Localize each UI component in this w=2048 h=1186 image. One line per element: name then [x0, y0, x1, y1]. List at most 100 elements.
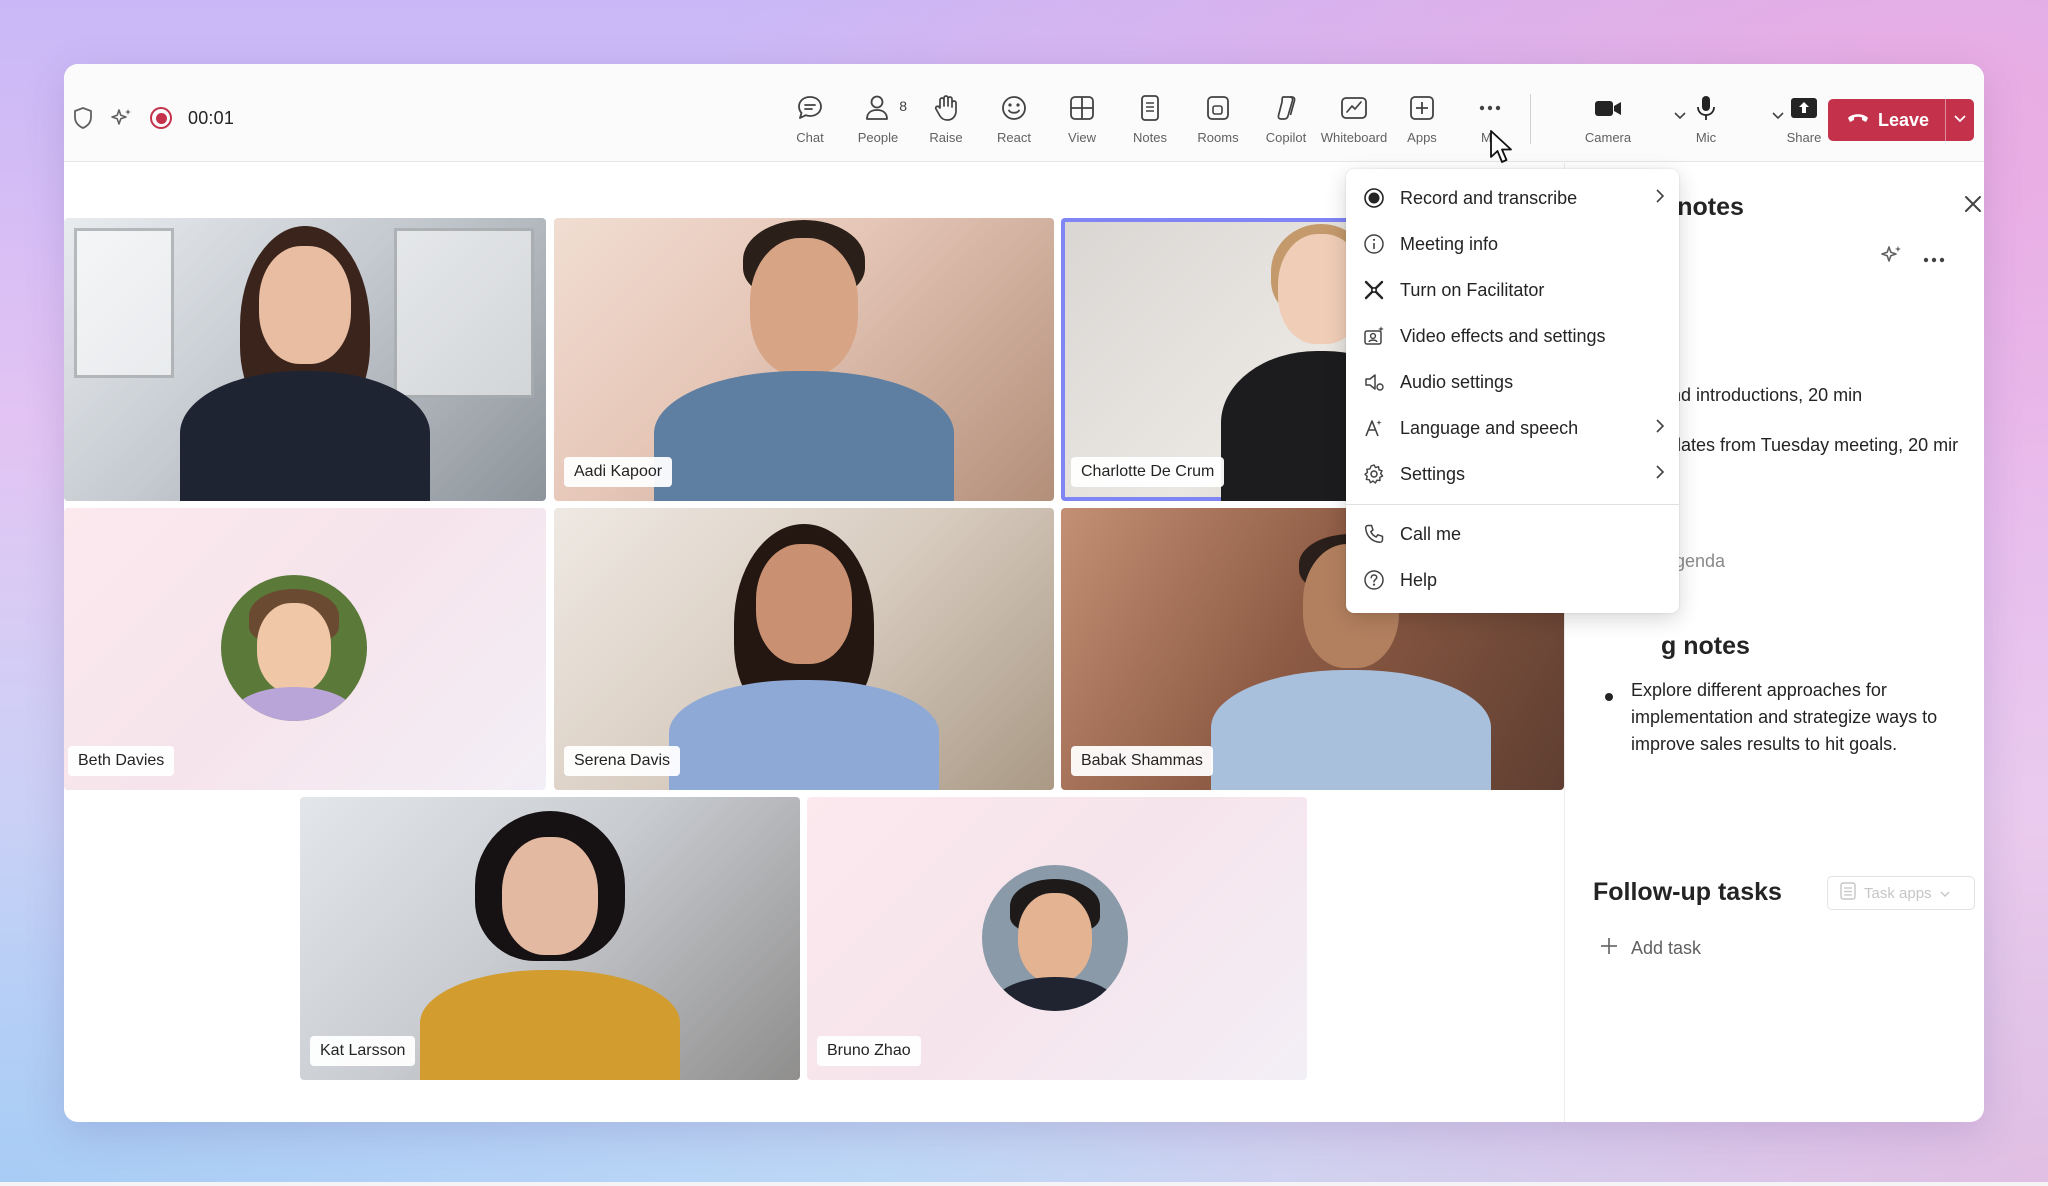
- chevron-right-icon: [1655, 418, 1665, 439]
- participant-name-tag: Bruno Zhao: [817, 1036, 921, 1066]
- meeting-window: 00:01 Chat 8 People Raise React View Not…: [64, 64, 1984, 1122]
- agenda-item: pdates from Tuesday meeting, 20 mir: [1661, 435, 1959, 455]
- notes-button[interactable]: Notes: [1118, 94, 1182, 145]
- chat-button[interactable]: Chat: [778, 94, 842, 145]
- camera-label: Camera: [1584, 130, 1632, 145]
- add-app-icon: [1407, 93, 1437, 128]
- people-count-badge: 8: [899, 98, 907, 114]
- whiteboard-icon: [1339, 93, 1369, 128]
- menu-item-call-me[interactable]: Call me: [1346, 511, 1679, 557]
- participant-video: [654, 218, 954, 501]
- leave-main[interactable]: Leave: [1828, 99, 1945, 141]
- copilot-sparkle-icon[interactable]: [1880, 243, 1904, 272]
- raise-hand-button[interactable]: Raise: [914, 94, 978, 145]
- participant-video: [175, 218, 435, 501]
- task-apps-label: Task apps: [1864, 884, 1932, 902]
- apps-label: Apps: [1407, 130, 1437, 145]
- info-icon: [1362, 232, 1386, 256]
- task-apps-button[interactable]: Task apps: [1827, 876, 1975, 910]
- participant-name-tag: Babak Shammas: [1071, 746, 1213, 776]
- menu-item-language-and-speech[interactable]: Language and speech: [1346, 405, 1679, 451]
- people-button[interactable]: 8 People: [846, 94, 910, 145]
- more-options-icon[interactable]: [1922, 251, 1946, 269]
- participant-name-tag: Aadi Kapoor: [564, 457, 673, 487]
- menu-item-audio-settings[interactable]: Audio settings: [1346, 359, 1679, 405]
- participant-video: [410, 797, 690, 1080]
- mic-button[interactable]: Mic: [1674, 94, 1738, 145]
- mic-label: Mic: [1695, 130, 1717, 145]
- toolbar-status: 00:01: [72, 104, 234, 132]
- menu-item-label: Help: [1400, 569, 1438, 590]
- menu-item-record-and-transcribe[interactable]: Record and transcribe: [1346, 175, 1679, 221]
- meeting-toolbar: 00:01 Chat 8 People Raise React View Not…: [64, 64, 1984, 185]
- notes-icon: [1135, 93, 1165, 128]
- video-camera-icon: [1592, 93, 1624, 128]
- participant-video: [664, 508, 944, 790]
- menu-item-label: Record and transcribe: [1400, 187, 1578, 208]
- leave-options-button[interactable]: [1946, 99, 1974, 141]
- chevron-down-icon: [1953, 111, 1967, 129]
- hand-icon: [931, 93, 961, 128]
- notes-label: Notes: [1133, 130, 1167, 145]
- chat-icon: [795, 93, 825, 128]
- video-stage: Aadi Kapoor Charlotte De Crum Beth Davie…: [64, 163, 1564, 1122]
- note-item[interactable]: Explore different approaches for impleme…: [1631, 677, 1971, 758]
- record-icon: [1362, 186, 1386, 210]
- raise-label: Raise: [929, 130, 963, 145]
- participant-name-tag: Serena Davis: [564, 746, 681, 776]
- participant-tile[interactable]: Bruno Zhao: [807, 797, 1307, 1080]
- participant-tile[interactable]: Kat Larsson: [300, 797, 800, 1080]
- react-button[interactable]: React: [982, 94, 1046, 145]
- plus-icon: [1599, 936, 1619, 961]
- copilot-label: Copilot: [1265, 130, 1307, 145]
- whiteboard-button[interactable]: Whiteboard: [1321, 93, 1387, 145]
- participant-name-tag: Beth Davies: [68, 746, 175, 776]
- participant-tile[interactable]: Beth Davies: [64, 508, 546, 790]
- hang-up-icon: [1846, 110, 1870, 131]
- mouse-pointer-icon: [1488, 129, 1518, 172]
- participant-tile[interactable]: Aadi Kapoor: [554, 218, 1054, 501]
- share-screen-icon: [1789, 93, 1819, 128]
- menu-item-settings[interactable]: Settings: [1346, 451, 1679, 497]
- menu-item-video-effects[interactable]: Video effects and settings: [1346, 313, 1679, 359]
- copilot-button[interactable]: Copilot: [1254, 94, 1318, 145]
- speaker-icon: [1362, 370, 1386, 394]
- menu-divider: [1346, 504, 1679, 505]
- more-actions-menu: Record and transcribe Meeting info Turn …: [1346, 169, 1679, 613]
- menu-item-label: Meeting info: [1400, 233, 1499, 254]
- people-label: People: [857, 130, 899, 145]
- react-label: React: [997, 130, 1031, 145]
- rooms-icon: [1203, 93, 1233, 128]
- facilitator-icon: [1362, 278, 1386, 302]
- leave-label: Leave: [1878, 109, 1930, 130]
- agenda-item: and introductions, 20 min: [1661, 385, 1863, 405]
- bullet-dot: [1605, 693, 1613, 701]
- participant-tile[interactable]: [64, 218, 546, 501]
- close-icon[interactable]: [1962, 193, 1984, 220]
- view-button[interactable]: View: [1050, 94, 1114, 145]
- chevron-down-icon: [1940, 885, 1950, 902]
- menu-item-help[interactable]: Help: [1346, 557, 1679, 603]
- recording-icon: [150, 107, 172, 129]
- toolbar-separator: [1530, 94, 1531, 144]
- participant-tile[interactable]: Serena Davis: [554, 508, 1054, 790]
- gear-icon: [1362, 462, 1386, 486]
- camera-button[interactable]: Camera: [1576, 94, 1640, 145]
- grid-view-icon: [1067, 93, 1097, 128]
- menu-item-turn-on-facilitator[interactable]: Turn on Facilitator: [1346, 267, 1679, 313]
- notes-heading: g notes: [1661, 632, 1750, 660]
- rooms-label: Rooms: [1197, 130, 1239, 145]
- leave-button[interactable]: Leave: [1828, 99, 1974, 141]
- sparkle-icon[interactable]: [110, 106, 134, 130]
- avatar: [221, 575, 367, 721]
- rooms-button[interactable]: Rooms: [1186, 94, 1250, 145]
- microphone-icon: [1691, 93, 1721, 128]
- apps-button[interactable]: Apps: [1390, 94, 1454, 145]
- add-task-button[interactable]: Add task: [1599, 936, 1701, 961]
- share-button[interactable]: Share: [1772, 94, 1836, 145]
- menu-item-meeting-info[interactable]: Meeting info: [1346, 221, 1679, 267]
- more-horizontal-icon: [1475, 93, 1505, 128]
- shield-icon[interactable]: [72, 106, 94, 130]
- help-icon: [1362, 568, 1386, 592]
- share-label: Share: [1786, 130, 1822, 145]
